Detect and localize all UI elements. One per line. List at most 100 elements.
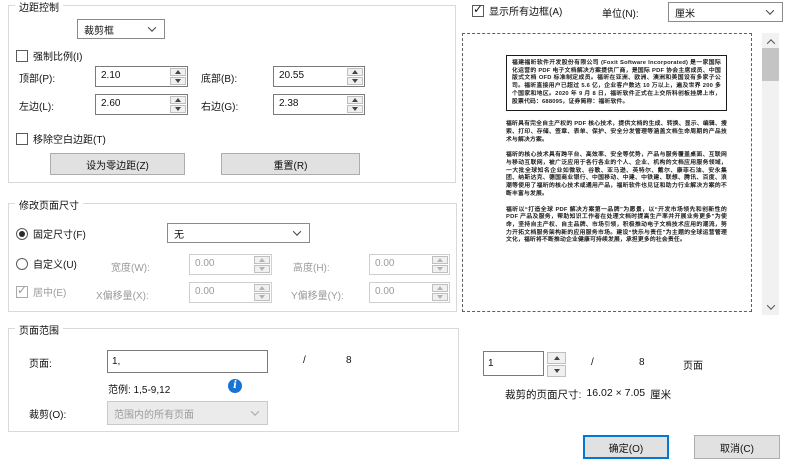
show-all-boxes-label: 显示所有边框(A) bbox=[489, 7, 563, 18]
arrow-up-icon bbox=[259, 258, 265, 262]
bottom-margin-value: 20.55 bbox=[279, 70, 305, 81]
spinner-buttons bbox=[347, 96, 363, 113]
spin-up-button bbox=[254, 256, 270, 264]
arrow-down-icon bbox=[259, 295, 265, 299]
remove-blank-margin-checkbox[interactable]: 移除空白边距(T) bbox=[16, 131, 106, 146]
width-label: 宽度(W): bbox=[111, 263, 150, 274]
preview-page-input[interactable] bbox=[483, 351, 544, 376]
fixed-size-value: 无 bbox=[174, 229, 184, 241]
page-range-title: 页面范围 bbox=[15, 322, 63, 337]
spinner-buttons bbox=[254, 284, 270, 301]
spin-down-button[interactable] bbox=[347, 77, 363, 85]
page-range-input[interactable] bbox=[107, 350, 268, 373]
preview-page-spinner bbox=[547, 352, 566, 377]
spin-down-button[interactable] bbox=[347, 105, 363, 113]
height-value: 0.00 bbox=[375, 258, 395, 269]
show-all-boxes-checkbox[interactable]: ✓ 显示所有边框(A) bbox=[472, 1, 563, 18]
preview-page-separator: / bbox=[591, 357, 594, 368]
reset-button[interactable]: 重置(R) bbox=[221, 153, 360, 175]
info-icon[interactable]: i bbox=[228, 379, 242, 393]
spin-down-button[interactable] bbox=[547, 365, 566, 377]
scrollbar-thumb[interactable] bbox=[762, 48, 779, 81]
y-offset-spinner: 0.00 bbox=[369, 282, 450, 303]
box-type-value: 裁剪框 bbox=[84, 25, 114, 37]
spin-down-button[interactable] bbox=[170, 77, 186, 85]
checkbox-icon bbox=[16, 49, 28, 62]
preview-total-pages: 8 bbox=[639, 357, 645, 368]
right-margin-spinner[interactable]: 2.38 bbox=[273, 94, 365, 115]
radio-unselected-icon bbox=[16, 257, 28, 270]
center-checkbox: ✓ 居中(E) bbox=[16, 282, 67, 299]
left-margin-spinner[interactable]: 2.60 bbox=[95, 94, 188, 115]
spin-down-button bbox=[432, 265, 448, 273]
spin-up-button[interactable] bbox=[170, 68, 186, 76]
spin-down-button[interactable] bbox=[170, 105, 186, 113]
arrow-down-icon bbox=[553, 369, 560, 373]
margin-control-group: 边距控制 裁剪框 强制比例(I) 顶部(P): 2.10 底部(B): 20.5… bbox=[8, 0, 456, 183]
spin-down-button bbox=[254, 265, 270, 273]
spin-up-button[interactable] bbox=[170, 96, 186, 104]
right-margin-label: 右边(G): bbox=[201, 102, 239, 113]
bottom-margin-spinner[interactable]: 20.55 bbox=[273, 66, 365, 87]
arrow-down-icon bbox=[352, 79, 358, 83]
spin-up-button bbox=[432, 256, 448, 264]
unit-value: 厘米 bbox=[675, 8, 695, 20]
checkmark-icon: ✓ bbox=[17, 282, 28, 297]
left-margin-label: 左边(L): bbox=[19, 102, 54, 113]
zero-margin-button[interactable]: 设为零边距(Z) bbox=[50, 153, 185, 175]
x-offset-spinner: 0.00 bbox=[189, 282, 272, 303]
width-value: 0.00 bbox=[195, 258, 215, 269]
height-spinner: 0.00 bbox=[369, 254, 450, 275]
spinner-buttons bbox=[170, 96, 186, 113]
crop-scope-value: 范围内的所有页面 bbox=[114, 409, 194, 421]
spin-up-button[interactable] bbox=[547, 352, 566, 364]
crop-label: 裁剪(O): bbox=[29, 410, 67, 421]
width-spinner: 0.00 bbox=[189, 254, 272, 275]
fixed-size-radio[interactable]: 固定尺寸(F) bbox=[16, 226, 86, 241]
fixed-size-dropdown[interactable]: 无 bbox=[167, 223, 310, 243]
top-margin-value: 2.10 bbox=[101, 70, 121, 81]
constrain-ratio-label: 强制比例(I) bbox=[33, 52, 83, 63]
radio-selected-icon bbox=[16, 227, 28, 240]
spinner-buttons bbox=[432, 256, 448, 273]
total-pages: 8 bbox=[346, 355, 352, 366]
spinner-buttons bbox=[347, 68, 363, 85]
unit-dropdown[interactable]: 厘米 bbox=[668, 2, 783, 22]
cancel-button[interactable]: 取消(C) bbox=[694, 435, 780, 459]
spin-up-button[interactable] bbox=[347, 68, 363, 76]
box-type-dropdown[interactable]: 裁剪框 bbox=[77, 19, 165, 39]
preview-pages-label: 页面 bbox=[683, 361, 703, 372]
preview-scrollbar[interactable] bbox=[762, 33, 779, 315]
spin-up-button[interactable] bbox=[347, 96, 363, 104]
spinner-buttons bbox=[432, 284, 448, 301]
chevron-down-icon bbox=[250, 407, 260, 416]
constrain-ratio-checkbox[interactable]: 强制比例(I) bbox=[16, 48, 82, 63]
fixed-size-label: 固定尺寸(F) bbox=[33, 230, 86, 241]
preview-paragraph: 福昕以“打造全球 PDF 解决方案第一品牌”为愿景，以“开发市场领先和创新性的 … bbox=[506, 206, 727, 244]
height-label: 高度(H): bbox=[293, 263, 330, 274]
cropped-size-line: 裁剪的页面尺寸: 16.02 × 7.05 厘米 bbox=[505, 387, 671, 402]
left-margin-value: 2.60 bbox=[101, 98, 121, 109]
checkmark-icon: ✓ bbox=[473, 1, 484, 16]
arrow-up-icon bbox=[437, 258, 443, 262]
top-margin-spinner[interactable]: 2.10 bbox=[95, 66, 188, 87]
x-offset-label: X偏移量(X): bbox=[96, 291, 149, 302]
checkbox-checked-icon: ✓ bbox=[16, 282, 28, 298]
scroll-down-button[interactable] bbox=[762, 299, 779, 314]
crop-pages-dialog: 边距控制 裁剪框 强制比例(I) 顶部(P): 2.10 底部(B): 20.5… bbox=[0, 0, 800, 465]
spin-up-button bbox=[254, 284, 270, 292]
margin-control-title: 边距控制 bbox=[15, 0, 63, 14]
center-label: 居中(E) bbox=[33, 288, 67, 299]
spinner-buttons bbox=[254, 256, 270, 273]
crop-box-highlight: 福建福昕软件开发股份有限公司 (Foxit Software Incorpora… bbox=[506, 55, 727, 112]
arrow-down-icon bbox=[175, 107, 181, 111]
preview-paragraph: 福昕具有完全自主产权的 PDF 核心技术，提供文档的生成、转换、显示、编辑、搜索… bbox=[506, 121, 727, 143]
cropped-size-label: 裁剪的页面尺寸: bbox=[505, 389, 582, 401]
spin-down-button bbox=[254, 293, 270, 301]
custom-size-radio[interactable]: 自定义(U) bbox=[16, 256, 77, 271]
y-offset-label: Y偏移量(Y): bbox=[291, 291, 344, 302]
right-margin-value: 2.38 bbox=[279, 98, 299, 109]
scroll-up-button[interactable] bbox=[762, 34, 779, 49]
ok-button[interactable]: 确定(O) bbox=[583, 435, 669, 459]
arrow-up-icon bbox=[352, 70, 358, 74]
